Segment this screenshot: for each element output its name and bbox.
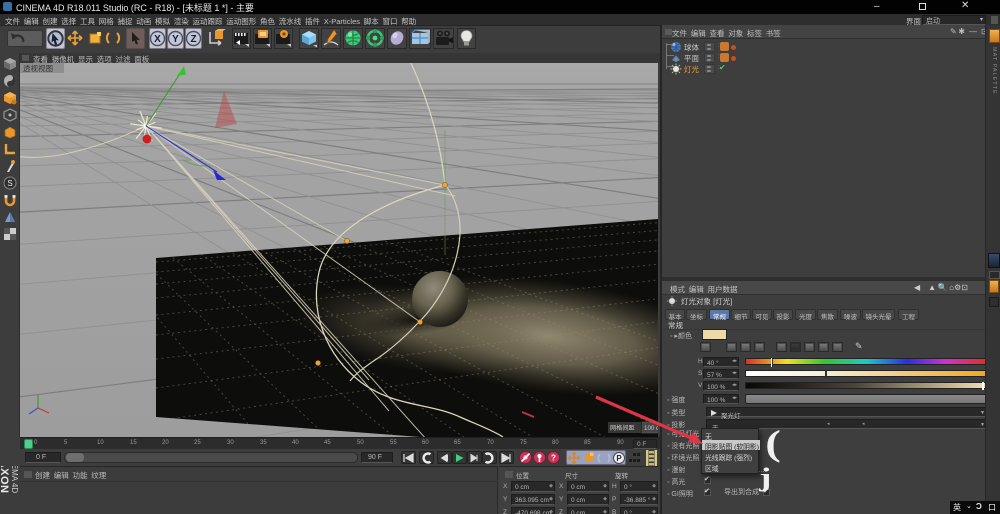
svg-text:Z: Z [190, 34, 196, 45]
svg-text:S: S [7, 179, 12, 188]
svg-text:X: X [154, 34, 161, 45]
svg-text:Y: Y [172, 34, 179, 45]
svg-text:?: ? [551, 454, 556, 463]
svg-text:透视视图: 透视视图 [23, 63, 53, 73]
